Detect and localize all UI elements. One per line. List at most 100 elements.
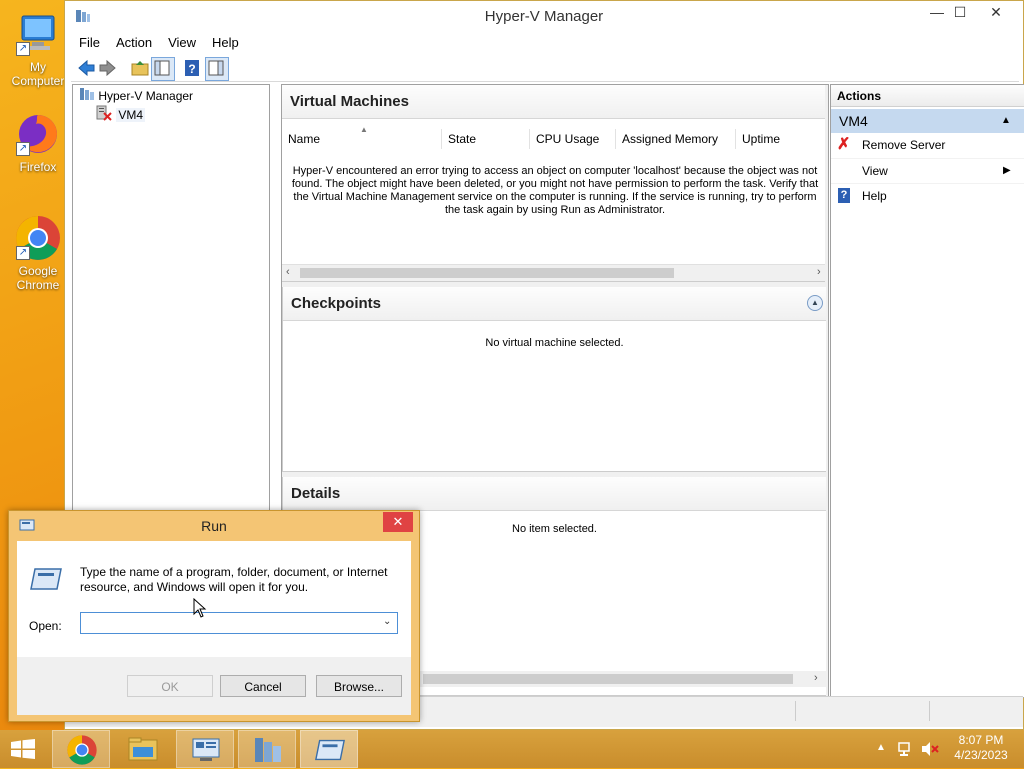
windows-logo-icon	[10, 739, 36, 762]
run-dialog: Run ✕ Type the name of a program, folder…	[8, 510, 420, 722]
network-icon[interactable]	[897, 740, 915, 761]
tree-item-label: VM4	[116, 107, 146, 122]
menu-action[interactable]: Action	[108, 32, 160, 53]
show-hidden-icons-chevron-icon[interactable]: ▲	[876, 742, 886, 753]
scroll-left-icon[interactable]: ‹	[286, 266, 290, 278]
action-help[interactable]: ? Help	[831, 183, 1024, 208]
checkpoints-header: Checkpoints	[283, 287, 826, 321]
scrollbar-thumb[interactable]	[300, 268, 674, 278]
firefox-icon: ↗	[14, 110, 62, 158]
up-folder-icon[interactable]	[129, 57, 151, 79]
virtual-machines-section: Virtual Machines Name ▲ State CPU Usage …	[282, 85, 825, 282]
open-combobox[interactable]: ⌄	[80, 612, 398, 634]
show-hide-console-tree-icon[interactable]	[151, 57, 175, 81]
vm-error-message: Hyper-V encountered an error trying to a…	[291, 165, 819, 216]
shortcut-arrow-icon: ↗	[16, 42, 30, 56]
actions-group-vm4[interactable]: VM4 ▲	[831, 109, 1024, 133]
folder-icon	[127, 735, 159, 766]
hyperv-manager-icon	[79, 87, 95, 106]
tree-item-hyperv-manager[interactable]: Hyper-V Manager	[79, 87, 193, 105]
status-divider	[929, 701, 930, 721]
ok-button[interactable]: OK	[127, 675, 213, 697]
column-uptime[interactable]: Uptime	[736, 129, 825, 149]
desktop-icon-label: Google Chrome	[16, 264, 60, 292]
server-manager-icon	[190, 736, 222, 767]
desktop-icon-label: My Computer	[11, 60, 65, 88]
open-label: Open:	[29, 619, 62, 633]
browse-button[interactable]: Browse...	[316, 675, 402, 697]
action-label: View	[862, 164, 888, 178]
action-view[interactable]: View ▶	[831, 158, 1024, 183]
svg-text:?: ?	[188, 62, 195, 76]
menu-bar: File Action View Help	[71, 32, 1019, 54]
window-title: Hyper-V Manager	[484, 8, 604, 25]
run-body: Type the name of a program, folder, docu…	[17, 541, 411, 715]
volume-muted-icon[interactable]	[920, 740, 940, 761]
server-error-icon	[95, 105, 113, 126]
clock-time: 8:07 PM	[958, 733, 1004, 747]
column-cpu-usage[interactable]: CPU Usage	[530, 129, 616, 149]
taskbar: ▲ 8:07 PM 4/23/2023	[0, 730, 1024, 768]
virtual-machines-header: Virtual Machines	[282, 85, 825, 119]
run-close-button[interactable]: ✕	[383, 512, 413, 532]
computer-icon: ↗	[14, 10, 62, 58]
dropdown-chevron-icon[interactable]: ⌄	[383, 616, 391, 627]
taskbar-chrome[interactable]	[52, 730, 110, 768]
scroll-right-icon[interactable]: ›	[817, 266, 821, 278]
help-icon: ?	[838, 188, 850, 203]
clock[interactable]: 8:07 PM 4/23/2023	[944, 733, 1018, 763]
run-button-bar: OK Cancel Browse...	[17, 657, 411, 715]
action-label: Help	[862, 189, 887, 203]
actions-pane: Actions VM4 ▲ ✗ Remove Server View ▶ ? H…	[830, 84, 1024, 698]
chrome-icon	[66, 734, 98, 769]
checkpoints-empty-message: No virtual machine selected.	[485, 337, 624, 349]
sort-ascending-icon: ▲	[360, 125, 368, 134]
desktop-icon-label: Firefox	[19, 160, 57, 174]
checkpoints-section: Checkpoints ▲ No virtual machine selecte…	[282, 287, 826, 472]
status-divider	[795, 701, 796, 721]
run-titlebar[interactable]: Run ✕	[9, 511, 419, 539]
forward-arrow-icon[interactable]	[97, 57, 119, 79]
taskbar-server-manager[interactable]	[176, 730, 234, 768]
column-assigned-memory[interactable]: Assigned Memory	[616, 129, 736, 149]
run-program-icon	[29, 567, 63, 594]
details-header: Details	[283, 477, 826, 511]
menu-file[interactable]: File	[71, 32, 108, 53]
taskbar-run[interactable]	[300, 730, 358, 768]
mouse-cursor-icon	[193, 597, 207, 621]
actions-header: Actions	[831, 85, 1024, 107]
cancel-button[interactable]: Cancel	[220, 675, 306, 697]
maximize-button[interactable]: ☐	[943, 1, 977, 25]
run-program-icon	[314, 738, 346, 765]
tree-item-vm4[interactable]: VM4	[95, 105, 146, 126]
run-description: Type the name of a program, folder, docu…	[80, 565, 388, 594]
shortcut-arrow-icon: ↗	[16, 142, 30, 156]
actions-group-label: VM4	[839, 113, 868, 129]
show-hide-action-pane-icon[interactable]	[205, 57, 229, 81]
action-remove-server[interactable]: ✗ Remove Server	[831, 133, 1024, 157]
close-button[interactable]: ✕	[979, 1, 1013, 25]
start-button[interactable]	[0, 730, 48, 768]
toolbar: ?	[71, 55, 1019, 82]
clock-date: 4/23/2023	[954, 748, 1008, 762]
submenu-arrow-icon: ▶	[1003, 165, 1011, 176]
window-titlebar[interactable]: Hyper-V Manager — ☐ ✕	[65, 1, 1023, 31]
vm-horizontal-scrollbar[interactable]: ‹ ›	[282, 264, 825, 281]
taskbar-hyperv-manager[interactable]	[238, 730, 296, 768]
help-icon[interactable]: ?	[181, 57, 203, 79]
chrome-icon: ↗	[14, 214, 62, 262]
tree-item-label: Hyper-V Manager	[98, 89, 194, 103]
menu-view[interactable]: View	[160, 32, 204, 53]
taskbar-file-explorer[interactable]	[114, 730, 172, 768]
collapse-chevron-icon[interactable]: ▲	[807, 295, 823, 311]
collapse-up-icon[interactable]: ▲	[1001, 109, 1011, 133]
shortcut-arrow-icon: ↗	[16, 246, 30, 260]
back-arrow-icon[interactable]	[75, 57, 97, 79]
column-state[interactable]: State	[442, 129, 530, 149]
scrollbar-thumb[interactable]	[423, 674, 793, 684]
open-input[interactable]	[83, 615, 373, 631]
menu-help[interactable]: Help	[204, 32, 247, 53]
remove-x-icon: ✗	[837, 136, 851, 153]
scroll-right-icon[interactable]: ›	[814, 672, 818, 684]
action-label: Remove Server	[862, 138, 946, 152]
